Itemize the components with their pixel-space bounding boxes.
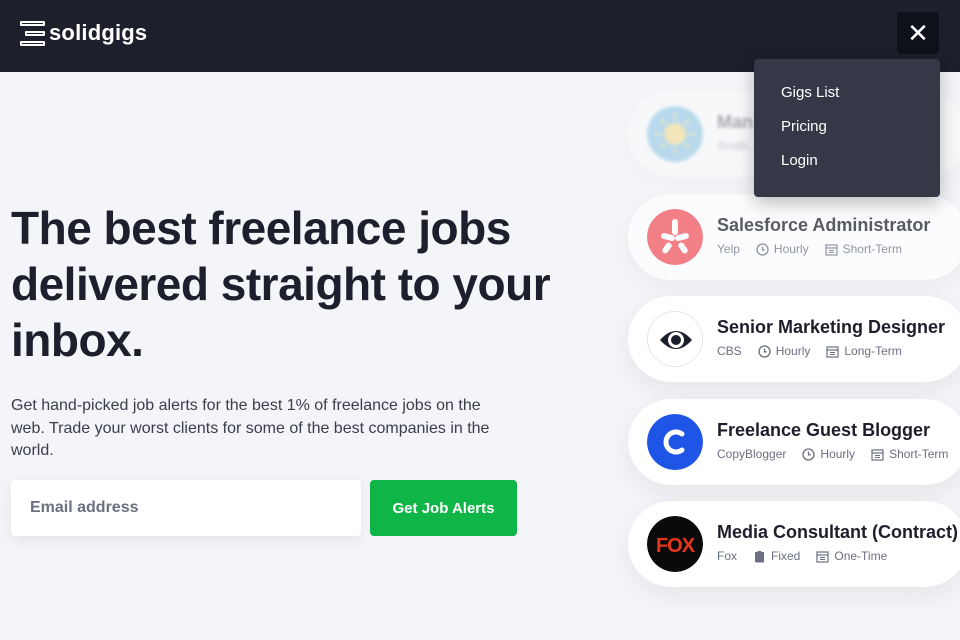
cbs-logo-icon bbox=[647, 311, 703, 367]
fox-logo-icon: FOX bbox=[647, 516, 703, 572]
job-term: One-Time bbox=[834, 549, 888, 563]
job-meta: CBS Hourly Long-Term bbox=[717, 344, 918, 358]
clock-icon bbox=[758, 344, 771, 358]
close-menu-button[interactable]: ✕ bbox=[897, 12, 939, 54]
hero-title: The best freelance jobs delivered straig… bbox=[11, 202, 551, 366]
job-card[interactable]: Freelance Guest Blogger CopyBlogger Hour… bbox=[628, 399, 960, 485]
job-company: CBS bbox=[717, 344, 742, 358]
calendar-icon bbox=[825, 243, 838, 256]
job-card[interactable]: Senior Marketing Designer CBS Hourly Lon… bbox=[628, 296, 960, 382]
job-card[interactable]: FOX Media Consultant (Contract) Fox Fixe… bbox=[628, 501, 960, 587]
job-company: CopyBlogger bbox=[717, 447, 787, 461]
job-title: Media Consultant (Contract) bbox=[717, 522, 958, 542]
svg-text:FOX: FOX bbox=[656, 535, 696, 557]
calendar-icon bbox=[871, 448, 884, 461]
email-input[interactable] bbox=[11, 480, 361, 536]
menu-item-login[interactable]: Login bbox=[754, 151, 940, 185]
sun-logo-icon bbox=[647, 106, 703, 162]
job-company: Fox bbox=[717, 549, 738, 563]
brand-logo[interactable]: solidgigs bbox=[20, 20, 147, 46]
job-title: Senior Marketing Designer bbox=[717, 317, 946, 337]
job-rate: Hourly bbox=[820, 447, 856, 461]
menu-item-gigs-list[interactable]: Gigs List bbox=[754, 83, 940, 117]
calendar-icon bbox=[826, 345, 839, 358]
clipboard-icon bbox=[755, 550, 765, 562]
brand-name: solidgigs bbox=[49, 20, 148, 45]
job-rate: Hourly bbox=[773, 242, 809, 256]
job-term: Short-Term bbox=[842, 242, 902, 256]
menu-item-pricing[interactable]: Pricing bbox=[754, 117, 940, 151]
hero-subtitle: Get hand-picked job alerts for the best … bbox=[11, 397, 490, 459]
job-meta: Fox Fixed One-Time bbox=[717, 549, 903, 563]
close-icon: ✕ bbox=[907, 18, 929, 48]
calendar-icon bbox=[816, 550, 829, 563]
clock-icon bbox=[756, 242, 769, 256]
clock-icon bbox=[802, 447, 816, 461]
yelp-logo-icon bbox=[647, 209, 703, 265]
job-meta: CopyBlogger Hourly Short-Term bbox=[717, 447, 960, 461]
job-rate: Fixed bbox=[771, 549, 801, 563]
job-term: Long-Term bbox=[844, 344, 902, 358]
get-job-alerts-button[interactable]: Get Job Alerts bbox=[370, 480, 517, 536]
job-meta: Yelp Hourly Short-Term bbox=[717, 242, 918, 256]
dropdown-menu: Gigs List Pricing Login bbox=[754, 59, 940, 197]
job-title: Salesforce Administrator bbox=[717, 215, 931, 235]
logo-icon bbox=[20, 20, 45, 46]
job-term: Short-Term bbox=[889, 447, 949, 461]
job-title: Freelance Guest Blogger bbox=[717, 420, 931, 440]
job-rate: Hourly bbox=[775, 344, 811, 358]
job-company: Yelp bbox=[717, 242, 740, 256]
copyblogger-logo-icon bbox=[647, 414, 703, 470]
job-card[interactable]: Salesforce Administrator Yelp Hourly Sho… bbox=[628, 194, 960, 280]
